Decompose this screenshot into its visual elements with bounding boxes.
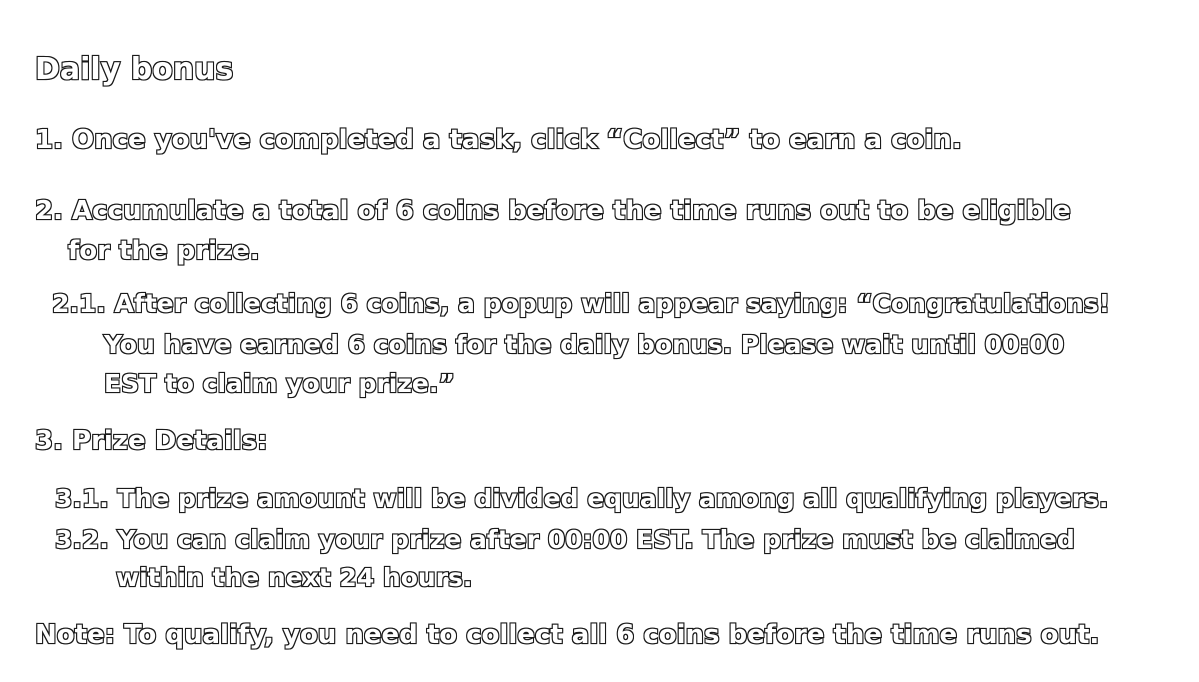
- rule-step-3-heading: 3. Prize Details:: [34, 426, 269, 456]
- rule-step-3-2-line-1: 3.2. You can claim your prize after 00:0…: [54, 525, 1076, 554]
- page-title: Daily bonus: [34, 52, 235, 87]
- rule-step-2-line-1: 2. Accumulate a total of 6 coins before …: [34, 196, 1072, 226]
- daily-bonus-rules: Daily bonus 1. Once you've completed a t…: [0, 0, 1199, 682]
- rule-step-2-1-line-2: You have earned 6 coins for the daily bo…: [103, 330, 1065, 359]
- rule-step-2-1-line-1: 2.1. After collecting 6 coins, a popup w…: [51, 289, 1111, 318]
- rule-step-1: 1. Once you've completed a task, click “…: [34, 125, 963, 155]
- rule-step-3-1: 3.1. The prize amount will be divided eq…: [54, 484, 1110, 513]
- rule-step-2-1-line-3: EST to claim your prize.”: [103, 369, 456, 398]
- rule-note: Note: To qualify, you need to collect al…: [34, 620, 1100, 650]
- rule-step-2-line-2: for the prize.: [67, 236, 261, 266]
- rule-step-3-2-line-2: within the next 24 hours.: [115, 563, 474, 592]
